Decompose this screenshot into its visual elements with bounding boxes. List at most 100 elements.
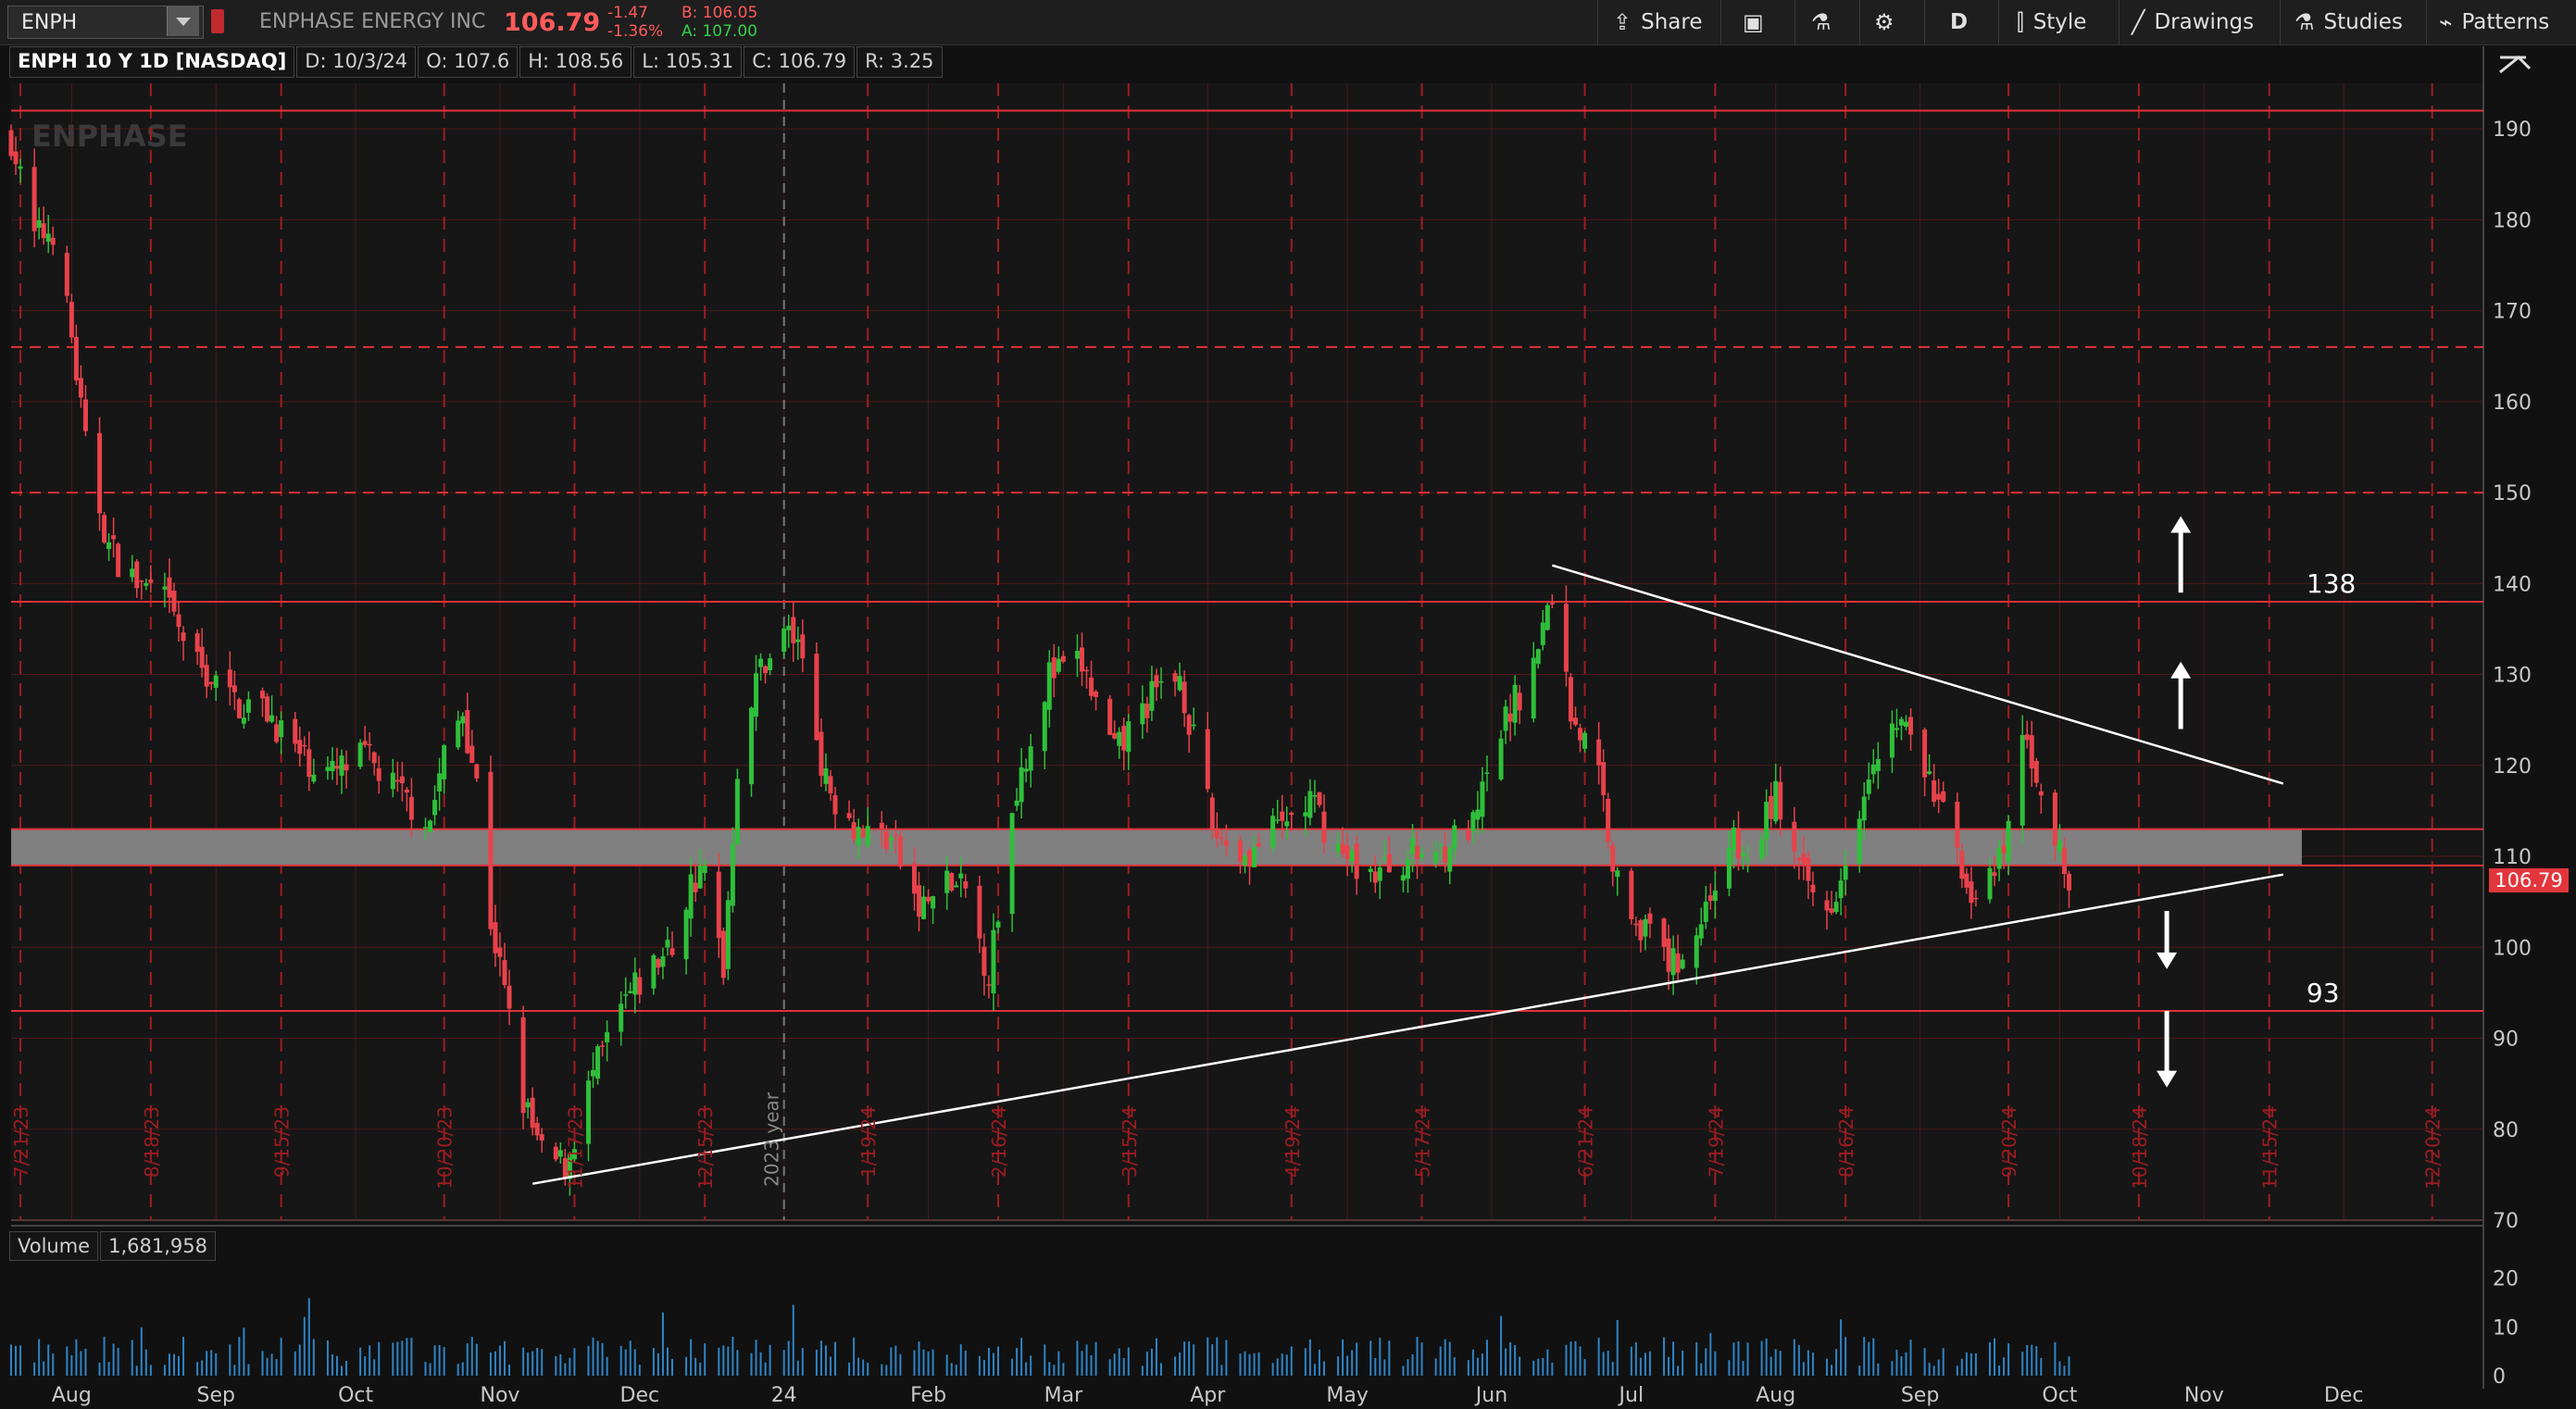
candle [1121,717,1127,771]
candle [991,913,996,1011]
month-tick-label: Dec [620,1384,660,1407]
candle [591,1052,596,1089]
volume-label: Volume [9,1231,99,1261]
settings-button[interactable]: ⚙ [1874,0,1904,44]
candle-body [1377,867,1382,881]
candle [1932,764,1937,807]
candle [8,124,14,161]
candle-body [1028,746,1033,771]
candle-body [297,740,303,754]
candle [1741,846,1746,870]
alert-flag-icon[interactable] [211,9,224,33]
candle [1158,667,1164,699]
candle-body [45,233,51,243]
candle [1601,749,1607,812]
candle-body [1438,843,1444,846]
candle-body [1242,855,1247,866]
candle-body [236,699,242,718]
candle-body [437,773,443,792]
candle-body [1531,657,1536,719]
candle [893,819,898,854]
month-tick-label: Mar [1044,1384,1083,1407]
candle-body [134,561,140,589]
candle-body [688,874,694,919]
drawing-tool-icon[interactable] [2499,55,2532,74]
candle-body [1117,731,1122,746]
flask-button[interactable]: ⚗ [1811,0,1841,44]
candle-body [591,1069,596,1077]
candle-body [716,871,721,939]
candle-body [1735,828,1741,859]
candle [1154,668,1159,702]
price-chart[interactable]: ENPHASE 138 93 190 180 170 160 150 140 130 120 11… [0,0,2576,1409]
notes-button[interactable]: ▣ [1743,0,1773,44]
candle [1955,792,1960,864]
candle-body [1769,795,1774,819]
candle [1307,779,1313,826]
patterns-button[interactable]: ⌁ Patterns [2439,0,2549,44]
candle-body [1894,728,1899,730]
style-button[interactable]: ⫿ Style [2017,0,2086,44]
candle-body [274,724,280,742]
candle [1182,670,1187,728]
candle-body [1284,821,1290,827]
interval-button[interactable]: D [1950,0,1968,44]
candle-body [1517,692,1522,711]
candle-body [1801,853,1807,865]
candle [1517,684,1522,725]
candle-body [1703,902,1708,922]
candle [1112,720,1118,740]
candle [791,602,796,663]
candle [823,753,829,792]
candle-body [1773,780,1779,822]
candle-body [832,794,838,815]
candle [371,751,377,776]
candle-body [1578,728,1583,741]
candle-body [1707,895,1713,902]
candle [697,849,703,889]
candle [2029,720,2034,787]
candle-body [702,865,707,873]
candle [1242,854,1247,874]
candle [1838,867,1844,916]
symbol-dropdown-button[interactable] [167,6,199,36]
candle-body [1698,924,1704,939]
candle [1400,866,1406,893]
candle [628,982,633,994]
candle-body [1549,603,1555,605]
candle-body [1484,772,1490,774]
expiry-label: 12/15/23 [694,1106,717,1190]
candle [1578,723,1583,753]
candle [1144,696,1150,733]
candle [1936,779,1942,814]
candle-body [231,685,237,692]
candle [1046,650,1052,728]
candle [236,697,242,719]
candle-body [1140,703,1145,725]
candle-body [241,717,246,724]
candle [2057,824,2062,862]
candle [897,830,903,870]
studies-button[interactable]: ⚗ Studies [2295,0,2403,44]
candle-body [879,822,884,829]
candle-body [279,720,284,738]
candle [828,769,833,801]
candle [428,819,433,833]
candle-body [1275,819,1281,821]
price-tick-label: 160 [2493,392,2532,415]
candle [134,558,140,598]
candle-body [18,166,23,169]
share-button[interactable]: ⇪ Share [1613,0,1702,44]
drawings-button[interactable]: ╱ Drawings [2132,0,2254,44]
candle [819,718,824,787]
percent-change: -1.36% [607,22,664,41]
candle [795,626,801,660]
candle-body [2001,845,2007,854]
candle [1303,795,1308,837]
candle-body [1405,858,1410,879]
candle-body [311,774,317,782]
candle [1177,662,1182,692]
candle [1769,782,1774,829]
candle [1675,934,1681,980]
candle-body [730,843,735,906]
